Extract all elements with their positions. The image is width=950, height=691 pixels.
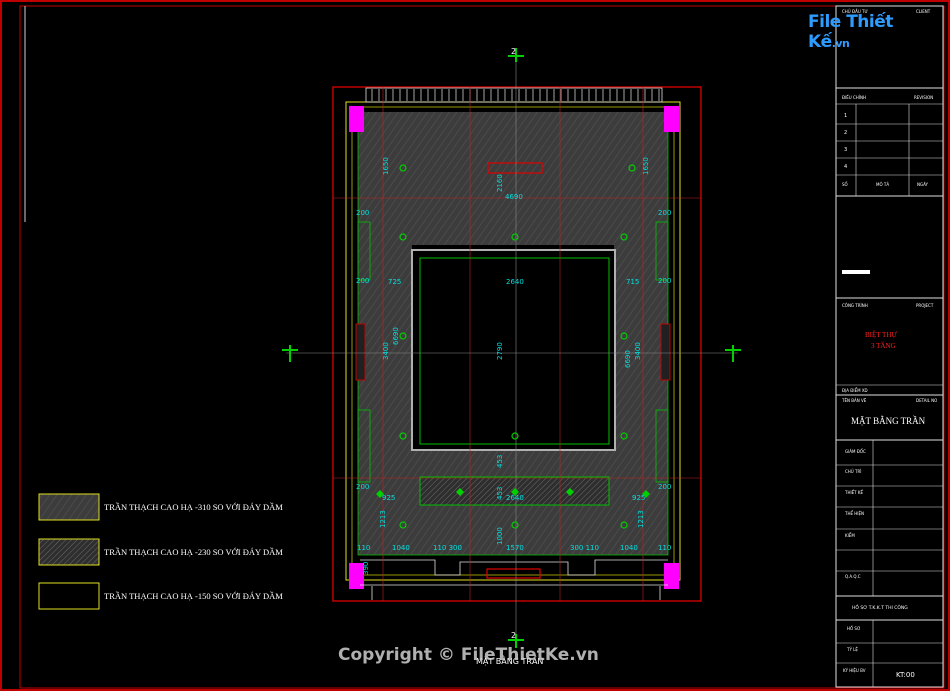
top-railing xyxy=(365,87,663,103)
dim-left-925: 925 xyxy=(382,494,395,502)
legend-swatch-310 xyxy=(38,493,100,521)
dim-bottom-300-110: 300 110 xyxy=(570,544,599,552)
dim-bottom-110-300: 110 300 xyxy=(433,544,462,552)
ceiling-plan: 2 2 4690 2640 2640 2790 2160 1650 1650 2… xyxy=(282,47,741,667)
role-designer: THIẾT KẾ xyxy=(844,489,863,495)
dim-left-200b: 200 xyxy=(356,277,369,285)
role-drafter: THỂ HIỆN xyxy=(844,511,864,516)
role-lead: CHỦ TRÌ xyxy=(845,469,861,474)
dim-bottom-1000: 1000 xyxy=(496,527,504,545)
dim-right-925: 925 xyxy=(632,494,645,502)
dim-right-6690: 6690 xyxy=(624,350,632,368)
dim-right-715: 715 xyxy=(626,278,639,286)
address-label: ĐỊA ĐIỂM XD xyxy=(842,388,868,393)
project-label: CÔNG TRÌNH xyxy=(842,303,868,308)
dim-left-200c: 200 xyxy=(356,483,369,491)
dim-right-3400: 3400 xyxy=(634,342,642,360)
legend-swatch-230 xyxy=(38,538,100,566)
dim-bottom-110a: 110 xyxy=(357,544,370,552)
rev-row-3: 3 xyxy=(844,147,847,153)
address-bar-placeholder xyxy=(842,270,870,274)
dim-right-top: 1650 xyxy=(642,157,650,175)
role-qaqc: Q.A.Q.C xyxy=(845,574,861,579)
project-name-line1: BIỆT THỰ xyxy=(865,331,897,339)
drawing-name-label: TÊN BẢN VẼ xyxy=(841,398,867,403)
revision-label-en: REVISION xyxy=(914,95,933,100)
rev-row-4: 4 xyxy=(844,164,847,170)
phase-label: HỒ SƠ T.K.K.T THI CÔNG xyxy=(852,602,908,611)
scale-label: TỶ LỆ xyxy=(846,647,858,652)
project-name-line2: 3 TẦNG xyxy=(871,342,896,350)
project-label-en: PROJECT xyxy=(916,303,934,308)
revision-label: ĐIỀU CHỈNH xyxy=(842,95,866,100)
dim-right-200a: 200 xyxy=(658,209,671,217)
dim-left-top: 1650 xyxy=(382,157,390,175)
section-marker-left xyxy=(282,345,298,362)
dim-bottom-1040a: 1040 xyxy=(392,544,410,552)
dim-bottom-390: 390 xyxy=(362,562,370,575)
dim-right-200b: 200 xyxy=(658,277,671,285)
role-checker: KIỂM xyxy=(845,533,855,538)
cad-drawing-canvas: 2 2 4690 2640 2640 2790 2160 1650 1650 2… xyxy=(0,0,950,691)
dim-top-width: 4690 xyxy=(505,193,523,201)
dim-top-rise: 2160 xyxy=(496,174,504,192)
dim-bottom-width: 2640 xyxy=(506,494,524,502)
baluster-lines xyxy=(371,89,660,101)
dim-inner-height: 2790 xyxy=(496,342,504,360)
title-block: CHỦ ĐẦU TƯ CLIENT ĐIỀU CHỈNH REVISION 1 … xyxy=(835,5,944,688)
legend: TRẦN THẠCH CAO HẠ -310 SO VỚI ĐÁY DẦM TR… xyxy=(38,493,283,610)
dim-bottom-1570: 1570 xyxy=(506,544,524,552)
drawing-name: MẶT BẰNG TRẦN xyxy=(851,416,926,426)
column-top-right xyxy=(664,106,679,132)
column-top-left xyxy=(349,106,364,132)
sheet-code: KT:00 xyxy=(896,671,915,679)
drawing-name-label-en: DETAIL NO xyxy=(916,398,937,403)
dim-bottom-1040b: 1040 xyxy=(620,544,638,552)
rev-col-desc: MÔ TẢ xyxy=(876,182,889,187)
legend-label-150: TRẦN THẠCH CAO HẠ -150 SO VỚI ĐÁY DẦM xyxy=(104,591,283,601)
legend-swatch-150 xyxy=(38,582,100,610)
role-director: GIÁM ĐỐC xyxy=(845,449,866,454)
dim-bottom-110b: 110 xyxy=(658,544,671,552)
dim-left-200a: 200 xyxy=(356,209,369,217)
legend-label-310: TRẦN THẠCH CAO HẠ -310 SO VỚI ĐÁY DẦM xyxy=(104,502,283,512)
watermark-copyright: Copyright © FileThietKe.vn xyxy=(338,645,599,665)
watermark-logo-suffix: .vn xyxy=(831,37,850,50)
section-number-bottom: 2 xyxy=(511,631,516,640)
section-marker-top: 2 xyxy=(508,47,524,62)
legend-label-230: TRẦN THẠCH CAO HẠ -230 SO VỚI ĐÁY DẦM xyxy=(104,547,283,557)
rev-row-1: 1 xyxy=(844,113,847,119)
sheet-no-label: HỒ SƠ xyxy=(847,626,861,631)
dim-left-6690: 6690 xyxy=(392,327,400,345)
dim-left-3400: 3400 xyxy=(382,342,390,360)
rev-col-no: SỐ xyxy=(842,182,848,187)
bottom-fixture xyxy=(486,568,541,579)
watermark-logo: File Thiết Kế.vn xyxy=(808,12,920,52)
section-marker-right xyxy=(725,345,741,362)
dim-left-1213: 1213 xyxy=(379,510,387,528)
rev-row-2: 2 xyxy=(844,130,847,136)
dim-right-200c: 200 xyxy=(658,483,671,491)
dim-inner-width: 2640 xyxy=(506,278,524,286)
sheet-code-label: KÝ HIỆU BV xyxy=(843,668,866,673)
section-number-top: 2 xyxy=(511,47,516,56)
dim-left-725: 725 xyxy=(388,278,401,286)
dim-mid-453b: 453 xyxy=(496,487,504,500)
right-window xyxy=(660,323,671,381)
rev-col-date: NGÀY xyxy=(917,182,929,187)
dim-right-1213: 1213 xyxy=(637,510,645,528)
dim-mid-453: 453 xyxy=(496,455,504,468)
left-window xyxy=(355,323,366,381)
